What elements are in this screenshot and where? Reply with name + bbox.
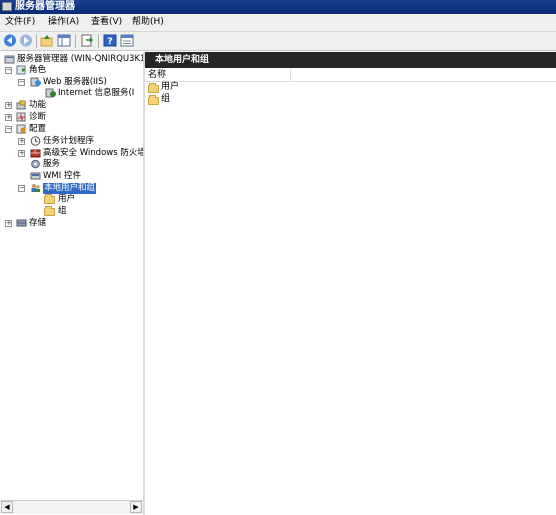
forward-icon[interactable] [19, 34, 33, 47]
details-pane-header: 本地用户和组 [145, 52, 556, 68]
tree-label: 配置 [29, 124, 47, 134]
title-bar: 服务器管理器 [0, 0, 556, 14]
menu-bar: 文件(F) 操作(A) 查看(V) 帮助(H) [0, 14, 556, 32]
list-item-label: 用户 [161, 82, 180, 92]
server-manager-icon [2, 2, 12, 11]
configuration-icon [16, 124, 26, 134]
users-icon [31, 184, 40, 192]
toolbar-separator [36, 34, 37, 48]
collapse-toggle[interactable]: − [5, 67, 12, 74]
menu-action[interactable]: 操作(A) [48, 16, 79, 29]
toolbar: ? [0, 32, 556, 51]
navigation-tree: 服务器管理器 (WIN-QNIRQU3K16A − 角色 − Web 服务器(I… [0, 52, 144, 515]
tree-horizontal-scrollbar[interactable]: ◀ ▶ [0, 500, 143, 514]
svg-text:?: ? [107, 37, 112, 47]
features-icon [16, 100, 26, 110]
expand-toggle[interactable]: + [5, 220, 12, 227]
toolbar-separator [98, 34, 99, 48]
tree-label: 服务器管理器 (WIN-QNIRQU3K16A [17, 54, 144, 64]
tree-label: 角色 [29, 65, 47, 75]
back-icon[interactable] [3, 34, 17, 47]
expand-toggle[interactable]: + [5, 114, 12, 121]
tree-label: 诊断 [29, 112, 47, 122]
collapse-toggle[interactable]: − [18, 185, 25, 192]
tree-label: 用户 [58, 194, 76, 204]
diagnostics-icon [16, 112, 26, 122]
window-title: 服务器管理器 [15, 1, 75, 12]
export-icon[interactable] [80, 34, 94, 47]
tree-label: WMI 控件 [43, 171, 81, 181]
menu-help[interactable]: 帮助(H) [132, 16, 164, 29]
expand-toggle[interactable]: + [5, 102, 12, 109]
collapse-toggle[interactable]: − [18, 79, 25, 86]
properties-icon[interactable] [120, 34, 134, 47]
collapse-toggle[interactable]: − [5, 126, 12, 133]
clock-icon [30, 136, 41, 146]
tree-label: 服务 [43, 159, 61, 169]
tree-label: 高级安全 Windows 防火墙 [43, 148, 144, 158]
expand-toggle[interactable]: + [18, 150, 25, 157]
tree-label: 功能 [29, 100, 47, 110]
scroll-right-button[interactable]: ▶ [130, 501, 142, 513]
folder-icon [44, 206, 55, 216]
storage-icon [16, 219, 27, 227]
column-header-blank[interactable] [291, 69, 556, 81]
folder-icon [148, 95, 159, 105]
expand-toggle[interactable]: + [18, 138, 25, 145]
tree-label: Web 服务器(IIS) [43, 77, 107, 87]
details-title: 本地用户和组 [155, 55, 210, 65]
details-pane [145, 52, 556, 515]
list-item-label: 组 [161, 94, 171, 104]
scroll-left-button[interactable]: ◀ [1, 501, 13, 513]
server-icon [4, 55, 15, 64]
web-server-icon [30, 77, 41, 87]
menu-view[interactable]: 查看(V) [91, 16, 122, 29]
iis-icon [45, 88, 56, 98]
services-icon [31, 159, 40, 169]
column-header-row: 名称 [145, 69, 556, 82]
wmi-icon [30, 172, 41, 180]
tree-label: 存储 [29, 218, 47, 228]
folder-icon [44, 194, 55, 204]
help-icon[interactable]: ? [103, 34, 117, 47]
menu-file[interactable]: 文件(F) [5, 16, 35, 29]
tree-label: 本地用户和组 [43, 183, 97, 194]
up-icon[interactable] [40, 34, 54, 47]
roles-icon [16, 65, 26, 75]
firewall-icon [30, 149, 41, 158]
show-hide-tree-icon[interactable] [57, 34, 71, 47]
tree-label: 组 [58, 206, 67, 216]
tree-label: 任务计划程序 [43, 136, 95, 146]
folder-icon [148, 83, 159, 93]
column-header-name[interactable]: 名称 [145, 69, 291, 81]
toolbar-separator [75, 34, 76, 48]
tree-label: Internet 信息服务(I [58, 88, 135, 98]
